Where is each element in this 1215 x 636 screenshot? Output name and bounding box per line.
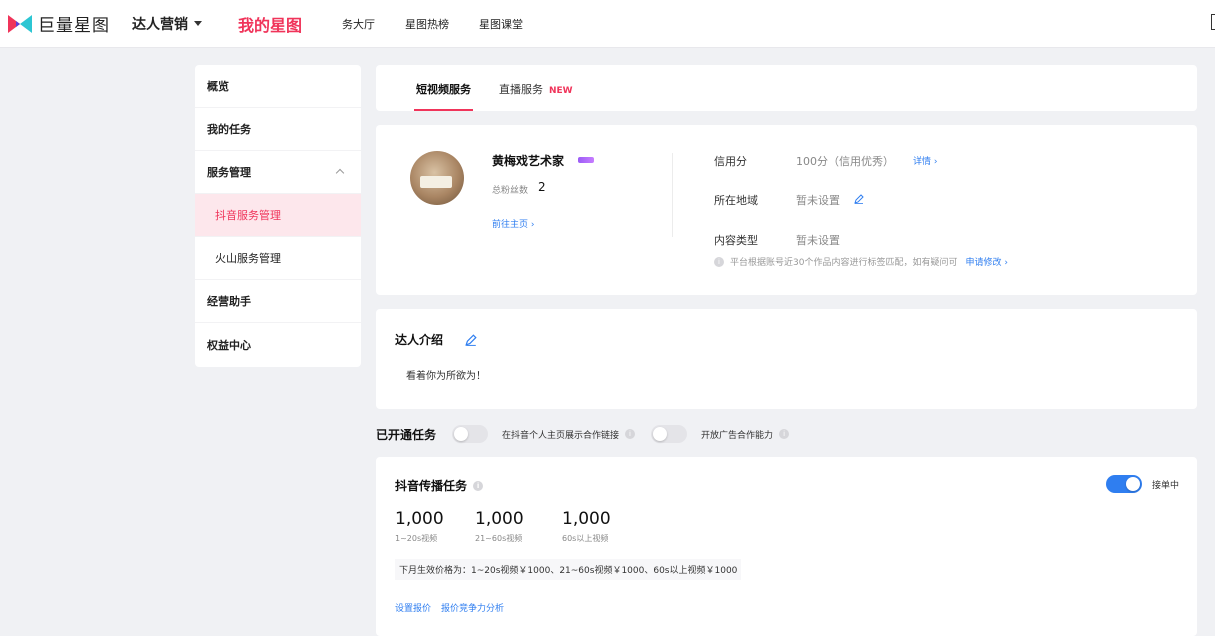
credit-value: 100分（信用优秀） bbox=[796, 155, 894, 168]
divider bbox=[672, 153, 673, 237]
opened-tasks-title: 已开通任务 bbox=[376, 427, 437, 442]
chevron-down-icon bbox=[194, 21, 202, 26]
credit-detail-label: 详情 bbox=[913, 157, 932, 167]
intro-text: 看着你为所欲为！ bbox=[406, 371, 486, 382]
price-value: 1,000 bbox=[475, 509, 524, 529]
price-60s-plus: 1,000 60s以上视频 bbox=[562, 509, 611, 544]
intro-card: 达人介绍 看着你为所欲为！ bbox=[376, 309, 1197, 409]
opened-tasks-row: 已开通任务 在抖音个人主页展示合作链接 i 开放广告合作能力 i bbox=[376, 424, 1197, 444]
role-switcher[interactable]: 达人营销 bbox=[132, 14, 202, 34]
homepage-link[interactable]: 前往主页 › bbox=[492, 217, 534, 230]
accept-orders-toggle[interactable] bbox=[1105, 475, 1142, 493]
info-icon[interactable]: i bbox=[625, 429, 636, 439]
edit-intro-icon[interactable] bbox=[465, 334, 477, 346]
chevron-up-icon bbox=[335, 168, 345, 178]
price-links: 设置报价 报价竞争力分析 bbox=[395, 601, 514, 614]
region-label: 所在地域 bbox=[714, 194, 758, 207]
sidebar-item-service-management[interactable]: 服务管理 bbox=[195, 151, 361, 194]
level-badge-icon bbox=[578, 157, 594, 163]
price-value: 1,000 bbox=[395, 509, 444, 529]
sidebar-item-huoshan-service[interactable]: 火山服务管理 bbox=[195, 237, 361, 280]
next-month-price-note: 下月生效价格为：1~20s视频￥1000、21~60s视频￥1000、60s以上… bbox=[395, 559, 742, 580]
price-analysis-link[interactable]: 报价竞争力分析 bbox=[441, 601, 504, 614]
tab-live-label: 直播服务 bbox=[499, 83, 543, 96]
logo-icon bbox=[8, 14, 32, 33]
sidebar-item-overview[interactable]: 概览 bbox=[195, 65, 361, 108]
credit-detail-link[interactable]: 详情 › bbox=[913, 154, 937, 167]
ad-cooperation-toggle[interactable] bbox=[651, 425, 688, 443]
fans-count: 2 bbox=[538, 180, 546, 194]
avatar-sign bbox=[420, 176, 452, 188]
tab-short-video[interactable]: 短视频服务 bbox=[414, 81, 473, 111]
avatar[interactable] bbox=[410, 151, 464, 205]
sidebar-item-label: 概览 bbox=[207, 80, 229, 93]
accept-orders: 接单中 bbox=[1105, 475, 1179, 493]
price-label: 21~60s视频 bbox=[475, 534, 523, 543]
show-link-toggle[interactable] bbox=[452, 425, 489, 443]
accept-orders-label: 接单中 bbox=[1151, 480, 1179, 491]
sidebar-item-label: 权益中心 bbox=[207, 338, 251, 352]
credit-label: 信用分 bbox=[714, 155, 747, 168]
tab-live[interactable]: 直播服务 NEW bbox=[499, 81, 573, 111]
sidebar-item-benefits[interactable]: 权益中心 bbox=[195, 323, 361, 366]
douyin-task-title-text: 抖音传播任务 bbox=[395, 479, 468, 493]
nav-hot-list[interactable]: 星图热榜 bbox=[405, 16, 449, 32]
sidebar-item-label: 火山服务管理 bbox=[215, 252, 281, 265]
sidebar-item-my-tasks[interactable]: 我的任务 bbox=[195, 108, 361, 151]
content-type-value: 暂未设置 bbox=[796, 234, 840, 247]
info-icon[interactable]: i bbox=[473, 480, 484, 491]
region-value: 暂未设置 bbox=[796, 194, 840, 207]
price-value: 1,000 bbox=[562, 509, 611, 529]
apply-modify-label: 申请修改 bbox=[965, 258, 1002, 268]
brand-name: 巨量星图 bbox=[38, 16, 110, 36]
edit-region-icon[interactable] bbox=[854, 194, 864, 204]
nav-my-xingtu[interactable]: 我的星图 bbox=[238, 12, 302, 36]
profile-card: 黄梅戏艺术家 总粉丝数 2 前往主页 › 信用分 100分（信用优秀） 详情 ›… bbox=[376, 125, 1197, 295]
douyin-task-card: 抖音传播任务 i 接单中 1,000 1~20s视频 1,000 21~60s视… bbox=[376, 457, 1197, 636]
nav-classroom[interactable]: 星图课堂 bbox=[479, 16, 523, 32]
douyin-task-title: 抖音传播任务 i bbox=[395, 477, 484, 494]
price-label: 60s以上视频 bbox=[562, 534, 609, 543]
brand-logo[interactable]: 巨量星图 bbox=[6, 11, 110, 36]
price-21-60s: 1,000 21~60s视频 bbox=[475, 509, 524, 544]
creator-name: 黄梅戏艺术家 bbox=[492, 154, 565, 168]
homepage-link-label: 前往主页 bbox=[492, 220, 529, 230]
ad-cooperation-label: 开放广告合作能力 bbox=[701, 430, 774, 441]
top-navigation: 巨量星图 达人营销 我的星图 务大厅 星图热榜 星图课堂 bbox=[0, 0, 1215, 48]
sidebar: 概览 我的任务 服务管理 抖音服务管理 火山服务管理 经营助手 权益中心 bbox=[195, 65, 361, 367]
info-icon[interactable]: i bbox=[779, 429, 790, 439]
new-badge: NEW bbox=[549, 86, 573, 96]
set-price-link[interactable]: 设置报价 bbox=[395, 601, 431, 614]
tag-note-text: 平台根据账号近30个作品内容进行标签匹配，如有疑问可 bbox=[730, 258, 958, 268]
service-tabs: 短视频服务 直播服务 NEW bbox=[376, 65, 1197, 111]
sidebar-item-label: 服务管理 bbox=[207, 166, 251, 179]
sidebar-item-label: 我的任务 bbox=[207, 123, 251, 136]
sidebar-item-business-assistant[interactable]: 经营助手 bbox=[195, 280, 361, 323]
fans-label: 总粉丝数 bbox=[492, 186, 529, 196]
apply-modify-link[interactable]: 申请修改 › bbox=[965, 255, 1007, 268]
nav-task-hall[interactable]: 务大厅 bbox=[342, 16, 375, 32]
role-label: 达人营销 bbox=[132, 16, 188, 33]
price-label: 1~20s视频 bbox=[395, 534, 438, 543]
tag-note: i 平台根据账号近30个作品内容进行标签匹配，如有疑问可 申请修改 › bbox=[714, 255, 1008, 268]
window-edge-icon bbox=[1211, 14, 1215, 30]
price-1-20s: 1,000 1~20s视频 bbox=[395, 509, 444, 544]
sidebar-item-label: 经营助手 bbox=[207, 295, 251, 308]
info-icon: i bbox=[714, 256, 724, 267]
sidebar-item-label: 抖音服务管理 bbox=[215, 209, 281, 222]
intro-title: 达人介绍 bbox=[395, 333, 444, 347]
content-type-label: 内容类型 bbox=[714, 234, 758, 247]
sidebar-item-douyin-service[interactable]: 抖音服务管理 bbox=[195, 194, 361, 237]
show-link-label: 在抖音个人主页展示合作链接 bbox=[502, 430, 620, 441]
